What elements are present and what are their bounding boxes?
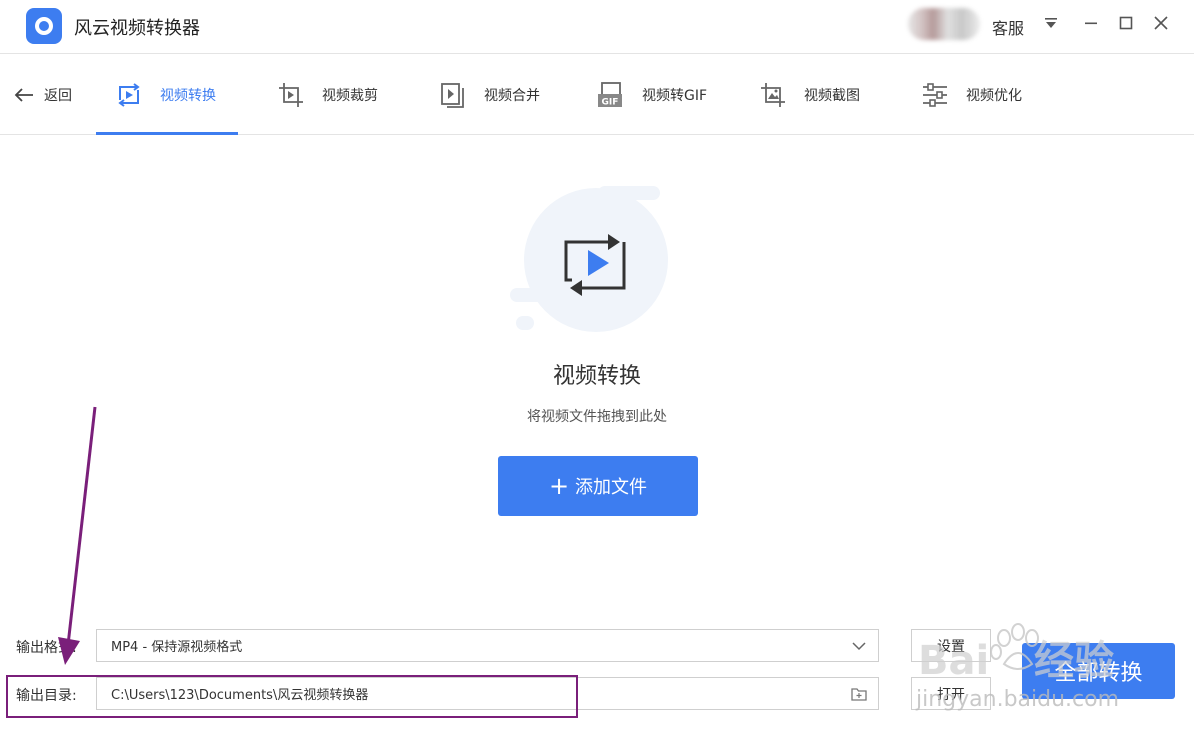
app-logo-icon: [26, 8, 62, 44]
tab-label: 视频转GIF: [642, 88, 708, 104]
dropdown-menu-icon[interactable]: [1036, 10, 1066, 36]
annotation-highlight-box: [6, 675, 578, 718]
crop-icon: [276, 80, 306, 110]
tab-video-merge[interactable]: 视频合并: [438, 55, 540, 135]
back-label: 返回: [44, 88, 72, 104]
optimize-icon: [920, 80, 950, 110]
tab-video-to-gif[interactable]: GIF 视频转GIF: [596, 55, 707, 135]
video-convert-icon: [564, 234, 626, 296]
minimize-icon[interactable]: [1076, 10, 1106, 36]
customer-service-button[interactable]: 客服: [992, 15, 1024, 39]
maximize-icon[interactable]: [1111, 10, 1141, 36]
output-format-value: MP4 - 保持源视频格式: [111, 640, 243, 655]
svg-text:GIF: GIF: [602, 98, 619, 108]
gif-icon: GIF: [596, 80, 626, 110]
tab-video-optimize[interactable]: 视频优化: [920, 55, 1022, 135]
settings-button[interactable]: 设置: [911, 629, 991, 662]
arrow-left-icon: [14, 87, 34, 103]
avatar[interactable]: [908, 8, 980, 40]
tab-video-crop[interactable]: 视频裁剪: [276, 55, 378, 135]
annotation-arrow-icon: [58, 406, 97, 665]
title-bar: 风云视频转换器 客服: [0, 0, 1194, 54]
convert-icon: [114, 80, 144, 110]
tab-label: 视频合并: [484, 88, 540, 104]
tab-label: 视频优化: [966, 88, 1022, 104]
hero-decoration: [516, 316, 534, 330]
dropzone-title: 视频转换: [552, 364, 641, 389]
add-file-button[interactable]: + 添加文件: [498, 456, 698, 516]
add-file-label: 添加文件: [575, 477, 648, 498]
merge-icon: [438, 80, 468, 110]
open-folder-button[interactable]: 打开: [911, 677, 991, 710]
tab-video-convert[interactable]: 视频转换: [114, 55, 216, 135]
active-tab-indicator: [96, 132, 238, 135]
toolbar: 返回 视频转换 视频裁剪 视频合并 GIF 视频转GIF 视频截图 视频优化: [0, 55, 1194, 135]
dropzone-subtitle: 将视频文件拖拽到此处: [527, 409, 667, 425]
app-title: 风云视频转换器: [74, 18, 200, 39]
tab-video-screenshot[interactable]: 视频截图: [758, 55, 860, 135]
tab-label: 视频转换: [160, 88, 216, 104]
hero-decoration: [598, 186, 660, 200]
convert-all-button[interactable]: 全部转换: [1022, 643, 1175, 699]
plus-icon: +: [548, 472, 570, 500]
tab-label: 视频裁剪: [322, 88, 378, 104]
screenshot-icon: [758, 80, 788, 110]
back-button[interactable]: 返回: [14, 55, 72, 135]
chevron-down-icon: [850, 637, 868, 655]
folder-icon[interactable]: [850, 685, 868, 703]
output-format-select[interactable]: MP4 - 保持源视频格式: [96, 629, 879, 662]
close-icon[interactable]: [1146, 10, 1176, 36]
tab-label: 视频截图: [804, 88, 860, 104]
